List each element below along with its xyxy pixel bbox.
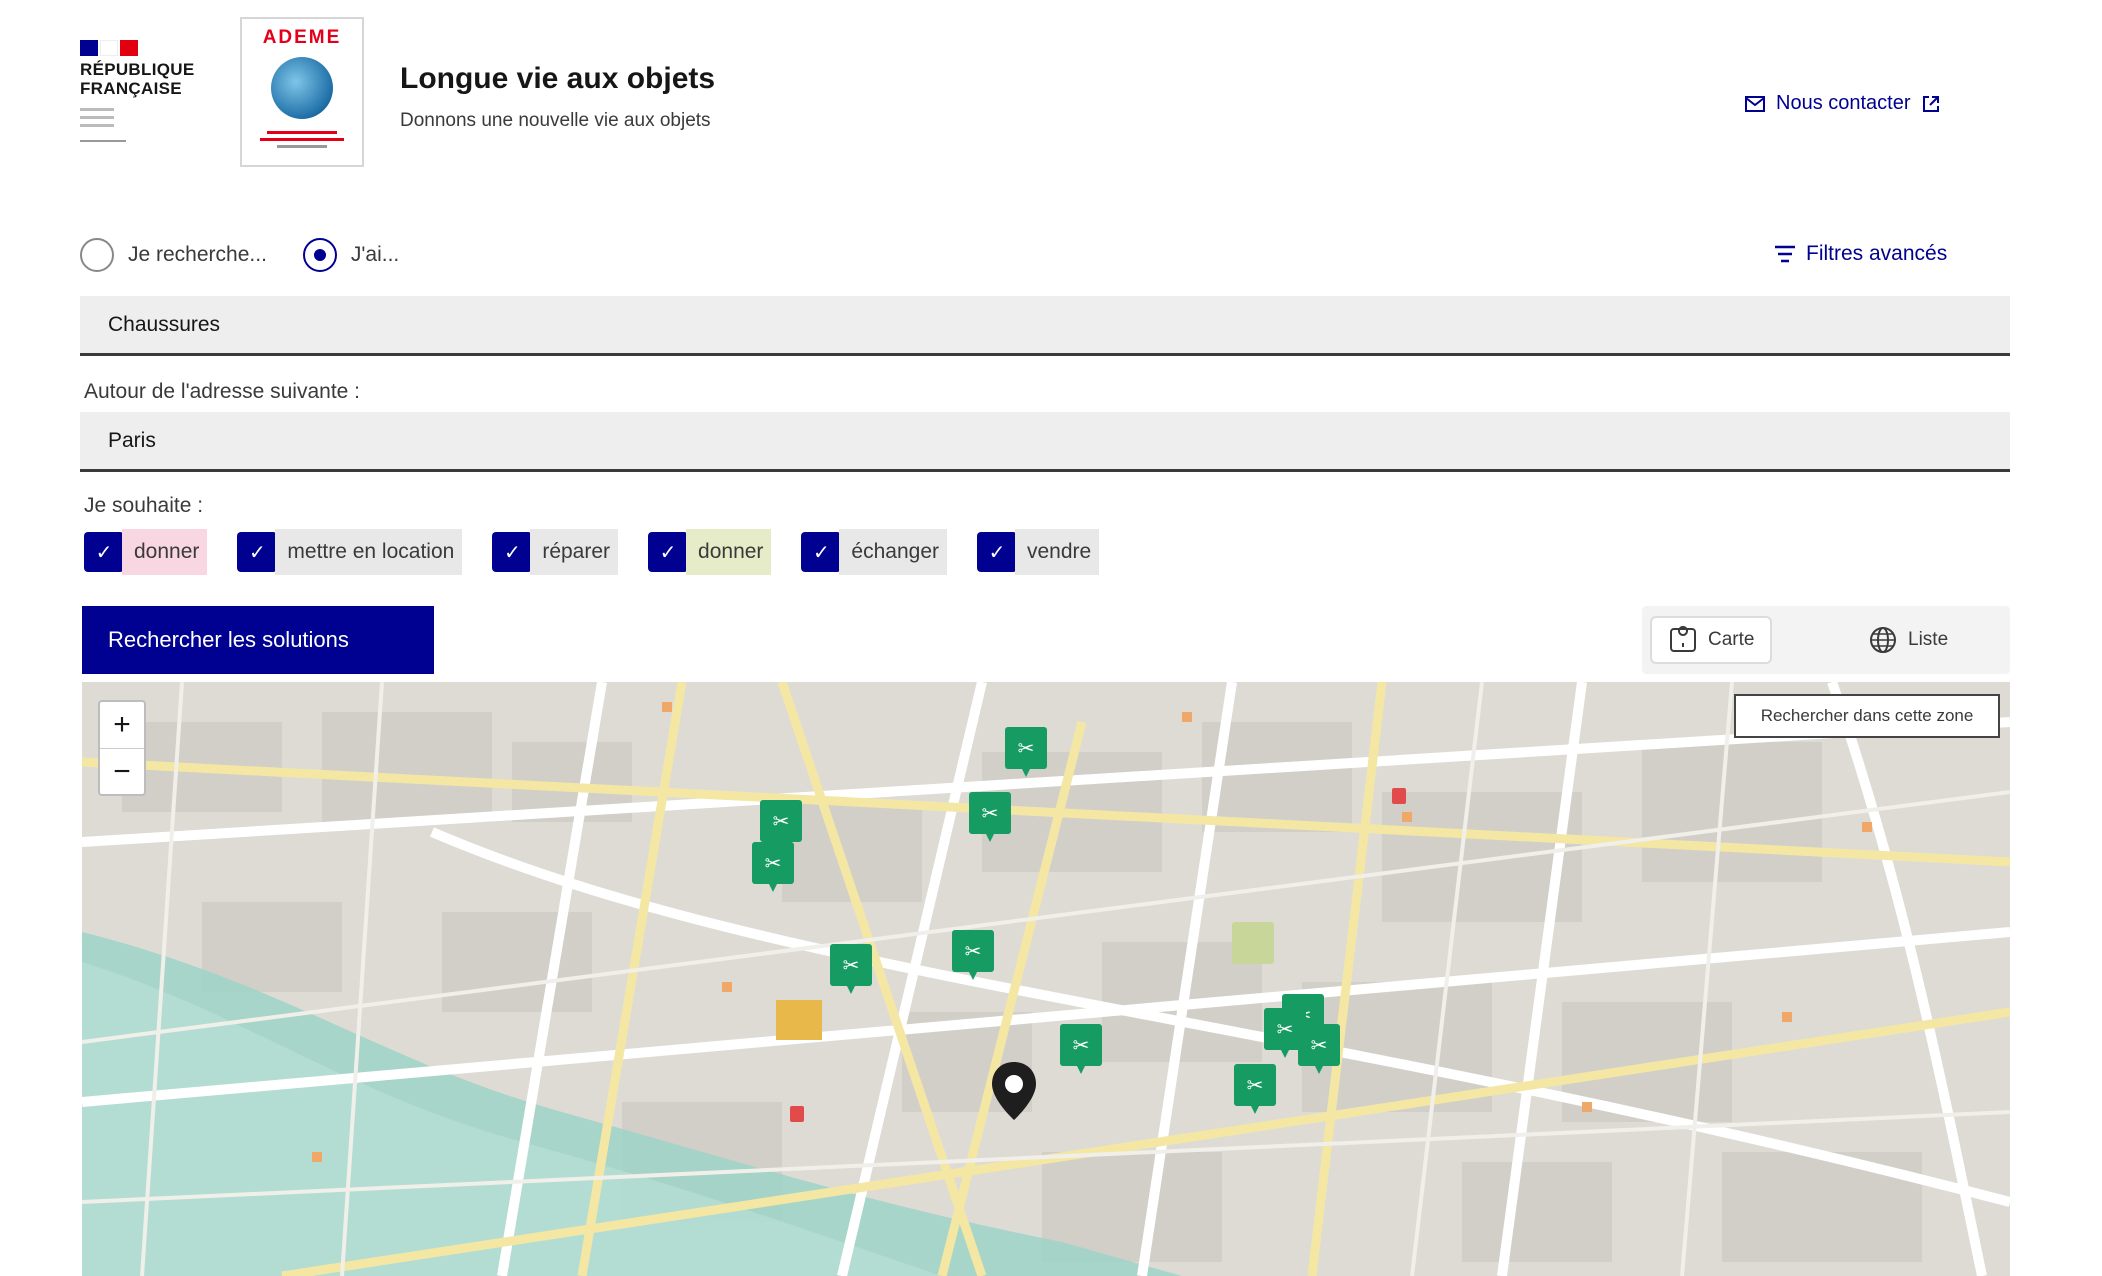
wish-label: réparer bbox=[530, 529, 619, 575]
site-title[interactable]: Longue vie aux objets bbox=[400, 62, 715, 96]
contact-link[interactable]: Nous contacter bbox=[1744, 92, 1941, 115]
map-highlight-marker[interactable] bbox=[776, 1000, 822, 1040]
checkbox-checked-icon[interactable]: ✓ bbox=[801, 532, 842, 572]
advanced-filters-label: Filtres avancés bbox=[1806, 242, 1948, 265]
radio-label: J'ai... bbox=[350, 243, 400, 266]
wish-checkbox-mettre-en-location[interactable]: ✓ mettre en location bbox=[237, 528, 463, 576]
wish-label: donner bbox=[686, 529, 772, 575]
svg-text:✂: ✂ bbox=[965, 939, 982, 963]
svg-text:✂: ✂ bbox=[1247, 1073, 1264, 1097]
checkbox-checked-icon[interactable]: ✓ bbox=[648, 532, 689, 572]
zoom-control: + − bbox=[98, 700, 146, 796]
wish-checkbox-echanger[interactable]: ✓ échanger bbox=[801, 528, 947, 576]
wish-label: donner bbox=[122, 529, 208, 575]
mail-icon bbox=[1745, 95, 1765, 112]
wish-label: vendre bbox=[1015, 529, 1100, 575]
contact-label: Nous contacter bbox=[1776, 92, 1911, 114]
radio-circle[interactable] bbox=[80, 238, 114, 272]
svg-text:✂: ✂ bbox=[843, 953, 860, 977]
wish-checkbox-donner[interactable]: ✓ donner bbox=[84, 528, 208, 576]
address-label: Autour de l'adresse suivante : bbox=[84, 380, 361, 403]
wish-label: mettre en location bbox=[275, 529, 463, 575]
ademe-logo[interactable]: ADEME bbox=[240, 17, 364, 167]
french-flag-icon bbox=[80, 40, 220, 56]
checkbox-checked-icon[interactable]: ✓ bbox=[237, 532, 278, 572]
marianne-motto-icon bbox=[80, 108, 126, 142]
checkbox-checked-icon[interactable]: ✓ bbox=[492, 532, 533, 572]
map-icon bbox=[1670, 626, 1696, 652]
radio-j-ai[interactable]: J'ai... bbox=[302, 238, 400, 272]
object-search-field[interactable] bbox=[80, 296, 2010, 356]
wishes-checkbox-group: ✓ donner ✓ mettre en location ✓ réparer … bbox=[84, 528, 1129, 576]
advanced-filters-button[interactable]: Filtres avancés bbox=[1774, 242, 1947, 266]
map-view-button[interactable]: Carte bbox=[1650, 616, 1773, 664]
globe-icon bbox=[1870, 627, 1896, 653]
republique-line-2: FRANÇAISE bbox=[80, 79, 182, 98]
svg-text:✂: ✂ bbox=[1018, 736, 1035, 760]
wish-checkbox-reparer[interactable]: ✓ réparer bbox=[492, 528, 619, 576]
radio-circle[interactable] bbox=[302, 238, 337, 272]
svg-text:✂: ✂ bbox=[765, 851, 782, 875]
wish-label: échanger bbox=[839, 529, 947, 575]
view-switch: Carte Liste bbox=[1642, 606, 2010, 674]
wish-checkbox-vendre[interactable]: ✓ vendre bbox=[977, 528, 1100, 576]
address-input[interactable] bbox=[80, 412, 2010, 469]
republique-francaise-logo[interactable]: RÉPUBLIQUE FRANÇAISE bbox=[80, 40, 220, 142]
radio-je-recherche[interactable]: Je recherche... bbox=[80, 238, 267, 272]
radio-label: Je recherche... bbox=[128, 243, 267, 266]
site-header: RÉPUBLIQUE FRANÇAISE ADEME Longue vie au… bbox=[0, 0, 2102, 190]
filter-icon bbox=[1775, 245, 1795, 263]
globe-icon bbox=[271, 57, 333, 119]
list-view-label: Liste bbox=[1908, 629, 1949, 650]
ademe-logo-subtext bbox=[257, 131, 347, 148]
svg-text:✂: ✂ bbox=[1277, 1017, 1294, 1041]
republique-line-1: RÉPUBLIQUE bbox=[80, 60, 195, 79]
ademe-brand: ADEME bbox=[262, 27, 342, 48]
results-map[interactable]: ✂ ✂ ✂ ✂ ✂ ✂ ✂ ✂ ✂ ✂ ✂ + − Rechercher dan… bbox=[82, 682, 2010, 1276]
wishes-label: Je souhaite : bbox=[84, 494, 204, 517]
svg-text:✂: ✂ bbox=[982, 801, 999, 825]
zoom-in-button[interactable]: + bbox=[100, 702, 144, 748]
checkbox-checked-icon[interactable]: ✓ bbox=[84, 532, 124, 572]
map-view-label: Carte bbox=[1708, 629, 1755, 650]
zoom-out-button[interactable]: − bbox=[100, 748, 144, 795]
svg-text:✂: ✂ bbox=[1073, 1033, 1090, 1057]
wish-checkbox-donner-2[interactable]: ✓ donner bbox=[648, 528, 772, 576]
svg-text:✂: ✂ bbox=[1311, 1033, 1328, 1057]
address-field[interactable] bbox=[80, 412, 2010, 472]
list-view-button[interactable]: Liste bbox=[1852, 616, 1964, 664]
map-tiles[interactable]: ✂ ✂ ✂ ✂ ✂ ✂ ✂ ✂ ✂ ✂ ✂ bbox=[82, 682, 2010, 1276]
search-mode-group: Je recherche... J'ai... bbox=[80, 238, 435, 272]
search-this-area-button[interactable]: Rechercher dans cette zone bbox=[1734, 694, 2000, 738]
site-tagline: Donnons une nouvelle vie aux objets bbox=[400, 110, 711, 131]
external-link-icon bbox=[1922, 95, 1939, 112]
svg-text:✂: ✂ bbox=[773, 809, 790, 833]
checkbox-checked-icon[interactable]: ✓ bbox=[977, 532, 1017, 572]
object-search-input[interactable] bbox=[80, 296, 2010, 353]
search-solutions-button[interactable]: Rechercher les solutions bbox=[82, 606, 434, 674]
